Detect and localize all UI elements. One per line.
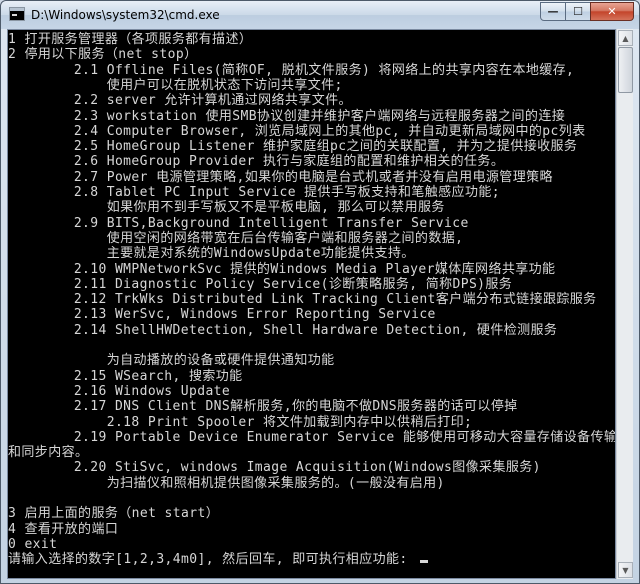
close-icon: ✕ <box>607 5 617 18</box>
text-cursor <box>419 560 428 564</box>
arrow-up-icon: ▲ <box>622 33 629 43</box>
scroll-up-button[interactable]: ▲ <box>618 30 633 46</box>
console-line: 为自动播放的设备或硬件提供通知功能 <box>8 353 335 369</box>
console-line: 2.5 HomeGroup Listener 维护家庭组pc之间的关联配置, 并… <box>8 139 578 155</box>
console-line: 2.4 Computer Browser, 浏览局域网上的其他pc, 并自动更新… <box>8 123 586 139</box>
console-line: 2.3 workstation 使用SMB协议创建并维护客户端网络与远程服务器之… <box>8 108 566 124</box>
minimize-icon: — <box>547 5 559 18</box>
console-window: D:\Windows\system32\cmd.exe — ☐ ✕ 1 打开服务… <box>0 0 640 584</box>
caption-buttons: — ☐ ✕ <box>540 2 634 22</box>
console-line: 2.8 Tablet PC Input Service 提供手写板支持和笔触感应… <box>8 185 500 200</box>
console-line: 2.1 Offline Files(简称OF, 脱机文件服务) 将网络上的共享内… <box>8 62 575 78</box>
console-line: 2 停用以下服务（net stop） <box>8 47 198 63</box>
console-output[interactable]: 1 打开服务管理器（各项服务都有描述） 2 停用以下服务（net stop） 2.… <box>7 29 616 579</box>
console-line: 2.17 DNS Client DNS解析服务,你的电脑不做DNS服务器的话可以… <box>8 399 518 415</box>
maximize-button[interactable]: ☐ <box>565 2 591 21</box>
console-line: 2.14 ShellHWDetection, Shell Hardware De… <box>8 322 558 338</box>
console-line: 2.13 WerSvc, Windows Error Reporting Ser… <box>8 307 436 323</box>
console-line: 2.11 Diagnostic Policy Service(诊断策略服务, 简… <box>8 276 513 292</box>
console-line: 2.18 Print Spooler 将文件加载到内存中以供稍后打印; <box>8 414 473 430</box>
console-line: 使用户可以在脱机状态下访问共享文件; <box>8 77 343 93</box>
console-line: 主要就是对系统的WindowsUpdate功能提供支持。 <box>8 246 415 262</box>
console-line: 2.6 HomeGroup Provider 执行与家庭组的配置和维护相关的任务… <box>8 154 505 170</box>
console-line: 2.15 WSearch, 搜索功能 <box>8 368 243 384</box>
console-line: 2.10 WMPNetworkSvc 提供的Windows Media Play… <box>8 261 556 277</box>
vertical-scrollbar[interactable]: ▲ ▼ <box>616 29 633 579</box>
arrow-down-icon: ▼ <box>622 565 629 575</box>
console-line: 2.20 StiSvc, windows Image Acquisition(W… <box>8 460 541 476</box>
close-button[interactable]: ✕ <box>590 2 634 21</box>
console-line: 0 exit <box>8 536 58 552</box>
window-title: D:\Windows\system32\cmd.exe <box>31 8 220 22</box>
console-line: 2.19 Portable Device Enumerator Service … <box>8 429 616 445</box>
console-line: 2.2 server 允许计算机通过网络共享文件。 <box>8 93 352 109</box>
console-icon[interactable] <box>9 7 25 21</box>
console-line: 如果你用不到手写板又不是平板电脑, 那么可以禁用服务 <box>8 200 445 216</box>
console-line: 2.9 BITS,Background Intelligent Transfer… <box>8 215 469 231</box>
console-line: 1 打开服务管理器（各项服务都有描述） <box>8 32 253 47</box>
console-line: 4 查看开放的端口 <box>8 521 119 537</box>
maximize-icon: ☐ <box>573 5 583 18</box>
scroll-thumb[interactable] <box>618 47 633 93</box>
console-line: 使用空闲的网络带宽在后台传输客户端和服务器之间的数据, <box>8 230 464 246</box>
console-prompt: 请输入选择的数字[1,2,3,4m0], 然后回车, 即可执行相应功能: <box>8 552 428 568</box>
scroll-down-button[interactable]: ▼ <box>618 562 633 578</box>
console-line: 2.12 TrkWks Distributed Link Tracking Cl… <box>8 292 597 308</box>
minimize-button[interactable]: — <box>540 2 566 21</box>
console-line: 2.16 Windows Update <box>8 383 231 399</box>
console-line: 为扫描仪和照相机提供图像采集服务的。(一般没有启用) <box>8 475 445 491</box>
console-line: 2.7 Power 电源管理策略,如果你的电脑是台式机或者并没有启用电源管理策略 <box>8 169 553 185</box>
console-line: 和同步内容。 <box>8 445 89 461</box>
console-line: 3 启用上面的服务（net start） <box>8 506 220 522</box>
title-bar[interactable]: D:\Windows\system32\cmd.exe — ☐ ✕ <box>1 1 639 29</box>
